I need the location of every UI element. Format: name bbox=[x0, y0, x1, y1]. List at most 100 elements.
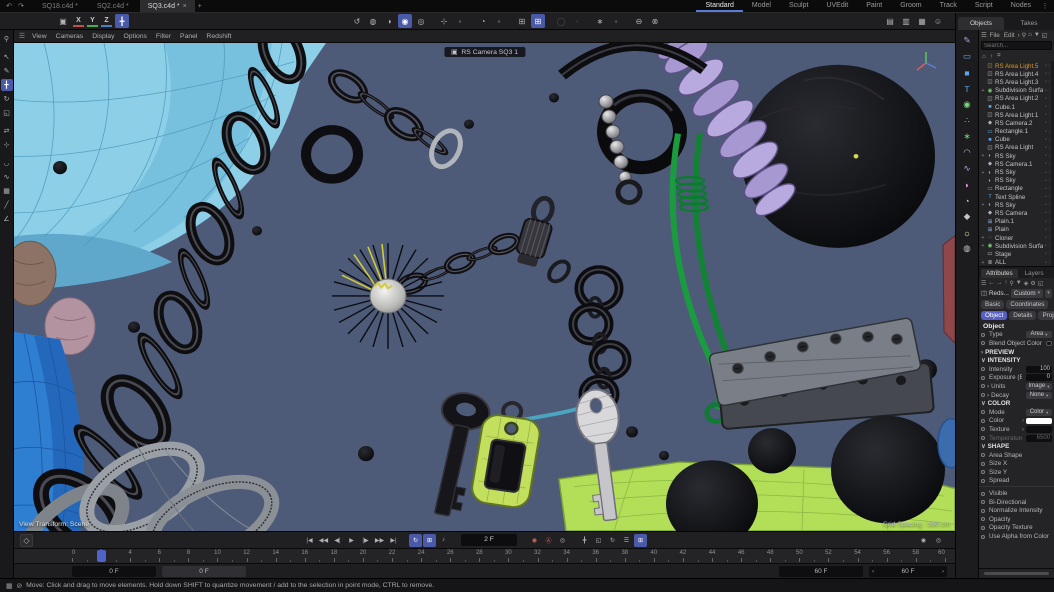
autokey-toggle-button[interactable]: Ⓐ bbox=[542, 534, 555, 547]
mograph-field-icon[interactable]: ∗ bbox=[960, 130, 975, 143]
timeline-tick[interactable]: 34 bbox=[567, 549, 596, 563]
timeline-tick[interactable]: 32 bbox=[538, 549, 567, 563]
rotate-tool-icon[interactable]: ↻ bbox=[1, 93, 13, 105]
axis-mode-button[interactable]: ⊹ bbox=[437, 14, 451, 28]
attribute-category-tab[interactable]: Details bbox=[1009, 311, 1036, 320]
attribute-value[interactable]: 0 bbox=[1026, 374, 1052, 381]
object-search-input[interactable] bbox=[982, 42, 1051, 49]
attributes-tab[interactable]: Layers bbox=[1020, 269, 1049, 278]
attribute-row[interactable]: Size Y bbox=[979, 468, 1054, 477]
object-row[interactable]: ■ Cube ▫ : bbox=[981, 136, 1054, 144]
simulation-icon[interactable]: ◔ bbox=[960, 194, 975, 207]
timeline-tick[interactable]: 42 bbox=[683, 549, 712, 563]
coordinate-system-button[interactable]: ▣ bbox=[56, 14, 70, 28]
attribute-row[interactable]: Texture › bbox=[979, 425, 1054, 434]
keyframe-dot[interactable] bbox=[981, 367, 985, 371]
keyframe-dot[interactable] bbox=[981, 470, 985, 474]
increment-icon[interactable]: › bbox=[942, 566, 944, 577]
keyframe-dot[interactable] bbox=[981, 500, 985, 504]
attributes-tab[interactable]: Attributes bbox=[981, 269, 1018, 278]
popout-icon[interactable]: ◱ bbox=[1042, 32, 1048, 39]
timeline-tick[interactable]: 18 bbox=[334, 549, 363, 563]
attribute-row[interactable]: Mode Color bbox=[979, 408, 1054, 417]
timeline-tick[interactable]: 24 bbox=[421, 549, 450, 563]
preview-start-field[interactable]: 0 F bbox=[162, 566, 246, 577]
layout-tab[interactable]: UVEdit bbox=[817, 0, 857, 12]
home-icon[interactable]: ⌂ bbox=[1028, 32, 1032, 38]
record-keyframe-button[interactable]: ◉ bbox=[528, 534, 541, 547]
visibility-dots[interactable]: : bbox=[1048, 120, 1050, 126]
goto-start-button[interactable]: |◀ bbox=[303, 534, 316, 547]
viewport-menu-item[interactable]: Redshift bbox=[202, 33, 235, 40]
object-row[interactable]: + ◐ RS Sky ▫ : bbox=[981, 201, 1054, 209]
render-visibility-toggle[interactable]: ▫ bbox=[1045, 219, 1047, 225]
render-visibility-toggle[interactable]: ▫ bbox=[1045, 210, 1047, 216]
render-picture-viewer-button[interactable]: ▥ bbox=[899, 14, 913, 28]
account-button[interactable]: ☺ bbox=[931, 14, 945, 28]
timeline-tick[interactable]: 48 bbox=[770, 549, 799, 563]
visibility-dots[interactable]: : bbox=[1048, 251, 1050, 257]
attribute-row[interactable]: Object bbox=[979, 322, 1054, 331]
layout-tab[interactable]: Paint bbox=[857, 0, 891, 12]
viewport-menu-icon[interactable]: ☰ bbox=[17, 31, 27, 41]
timeline-tick[interactable]: 54 bbox=[858, 549, 887, 563]
object-row[interactable]: ▭ Rectangle ▫ : bbox=[981, 185, 1054, 193]
visibility-dots[interactable]: : bbox=[1048, 129, 1050, 135]
object-row[interactable]: + ◉ Subdivision Surface.1 ▫ : bbox=[981, 87, 1054, 95]
timeline-tick[interactable]: 28 bbox=[479, 549, 508, 563]
timeline-tick[interactable]: 46 bbox=[741, 549, 770, 563]
timeline-tick[interactable]: 4 bbox=[130, 549, 159, 563]
attribute-row[interactable]: › PREVIEW bbox=[979, 348, 1054, 357]
object-row[interactable]: ◐ RS Sky ▫ : bbox=[981, 177, 1054, 185]
cloner-icon[interactable]: ∴ bbox=[960, 114, 975, 127]
solo-object-button[interactable]: ◉ bbox=[917, 534, 930, 547]
render-visibility-toggle[interactable]: ▫ bbox=[1045, 145, 1047, 151]
object-row[interactable]: ◫ RS Area Light.2 ▫ : bbox=[981, 95, 1054, 103]
keyframe-dot[interactable] bbox=[981, 462, 985, 466]
render-visibility-toggle[interactable]: ▫ bbox=[1045, 202, 1047, 208]
visibility-dots[interactable]: : bbox=[1048, 202, 1050, 208]
timeline-tick[interactable]: 6 bbox=[159, 549, 188, 563]
visibility-dots[interactable]: : bbox=[1048, 243, 1050, 249]
layout-tab[interactable]: Model bbox=[743, 0, 780, 12]
visibility-dots[interactable]: : bbox=[1048, 235, 1050, 241]
visibility-dots[interactable]: : bbox=[1048, 145, 1050, 151]
disable-button[interactable]: ⊗ bbox=[648, 14, 662, 28]
prev-frame-button[interactable]: ◀| bbox=[331, 534, 344, 547]
panel-tab[interactable]: Objects bbox=[958, 17, 1004, 30]
object-row[interactable]: ⊞ Plain.1 ▫ : bbox=[981, 218, 1054, 226]
layout-tab[interactable]: Nodes bbox=[1002, 0, 1040, 12]
remove-button[interactable]: ⊖ bbox=[632, 14, 646, 28]
render-visibility-toggle[interactable]: ▫ bbox=[1045, 96, 1047, 102]
keyframe-dot[interactable] bbox=[981, 436, 985, 440]
layout-tab[interactable]: Groom bbox=[891, 0, 930, 12]
timeline-tick[interactable]: 14 bbox=[276, 549, 305, 563]
object-row[interactable]: + ≣ ALL ▫ : bbox=[981, 259, 1054, 267]
filter-icon[interactable]: ▼ bbox=[1034, 32, 1040, 38]
keyframe-dot[interactable] bbox=[981, 419, 985, 423]
expand-toggle[interactable]: + bbox=[981, 202, 985, 208]
keyframe-dot[interactable] bbox=[981, 453, 985, 457]
attribute-row[interactable]: › Units Image bbox=[979, 382, 1054, 391]
visibility-dots[interactable]: : bbox=[1048, 88, 1050, 94]
attribute-row[interactable]: ∨ SHAPE bbox=[979, 442, 1054, 451]
light-object-icon[interactable]: ☼ bbox=[960, 226, 975, 239]
next-key-button[interactable]: ▶▶ bbox=[373, 534, 386, 547]
object-row[interactable]: + ◐ RS Sky ▫ : bbox=[981, 168, 1054, 176]
timeline-tick[interactable]: 56 bbox=[887, 549, 916, 563]
layout-tab[interactable]: Standard bbox=[696, 0, 742, 12]
play-button[interactable]: ▶ bbox=[345, 534, 358, 547]
attribute-row[interactable]: Use Alpha from Color Textur bbox=[979, 532, 1054, 541]
visibility-dots[interactable]: : bbox=[1048, 137, 1050, 143]
points-mode-button[interactable]: ◉ bbox=[398, 14, 412, 28]
timeline-tick[interactable]: 26 bbox=[450, 549, 479, 563]
primitive-cube-icon[interactable]: ■ bbox=[960, 66, 975, 79]
attribute-row[interactable]: Temperature (K) 6500 bbox=[979, 434, 1054, 443]
document-tab[interactable]: SQ3.c4d * × bbox=[140, 0, 195, 12]
text-object-icon[interactable]: T bbox=[960, 82, 975, 95]
object-row[interactable]: T Text Spline ▫ : bbox=[981, 193, 1054, 201]
subdivision-surface-icon[interactable]: ◉ bbox=[960, 98, 975, 111]
axis-modifier-button[interactable]: ╋ bbox=[115, 14, 129, 28]
keyframe-dot[interactable] bbox=[981, 427, 985, 431]
attribute-category-tab[interactable]: Coordinates bbox=[1006, 300, 1048, 309]
